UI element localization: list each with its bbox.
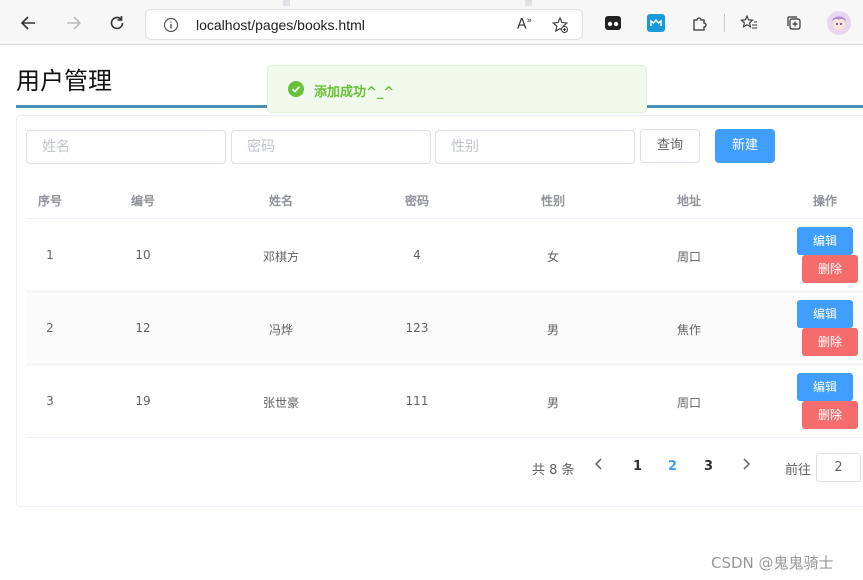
table-row	[26, 292, 863, 365]
reload-icon[interactable]	[106, 12, 128, 34]
cell-id: 12	[135, 321, 151, 335]
page-title: 用户管理	[16, 67, 112, 95]
cell-gender: 男	[546, 323, 560, 337]
cell-address: 周口	[676, 396, 702, 410]
delete-button[interactable]: 删除	[802, 401, 858, 429]
new-button[interactable]: 新建	[715, 129, 775, 163]
cell-password: 4	[413, 248, 421, 262]
forward-icon[interactable]	[62, 12, 84, 34]
avatar[interactable]	[827, 11, 851, 35]
info-icon[interactable]	[163, 17, 179, 37]
page-number-current[interactable]: 2	[668, 459, 677, 474]
tab-strip	[0, 0, 863, 6]
next-page-icon[interactable]	[741, 457, 751, 475]
delete-button[interactable]: 删除	[802, 255, 858, 283]
browser-toolbar: localhost/pages/books.html A»	[0, 0, 863, 45]
cell-name: 张世豪	[262, 396, 300, 410]
back-icon[interactable]	[18, 12, 40, 34]
prev-page-icon[interactable]	[594, 457, 604, 475]
tab[interactable]	[0, 0, 283, 6]
goto-label: 前往	[785, 463, 812, 478]
table-row	[26, 365, 863, 438]
address-bar[interactable]: localhost/pages/books.html A»	[145, 9, 583, 40]
cell-name: 冯烨	[268, 323, 294, 337]
cell-id: 10	[135, 248, 151, 262]
column-header-password: 密码	[404, 194, 430, 208]
delete-button[interactable]: 删除	[802, 328, 858, 356]
pagination-total: 共 8 条	[532, 463, 575, 478]
column-header-index: 序号	[37, 194, 63, 208]
edit-button[interactable]: 编辑	[797, 300, 853, 328]
collections-icon[interactable]	[784, 13, 804, 33]
add-favorite-icon[interactable]	[551, 16, 569, 38]
column-header-actions: 操作	[812, 194, 838, 208]
cell-index: 3	[46, 394, 54, 408]
tab[interactable]	[290, 0, 525, 6]
extension-icon[interactable]	[646, 13, 666, 33]
extension-icon[interactable]	[603, 13, 623, 33]
table-row	[26, 219, 863, 292]
gender-search-input[interactable]: 性别	[435, 130, 635, 164]
column-header-id: 编号	[130, 194, 156, 208]
url-text[interactable]: localhost/pages/books.html	[196, 17, 365, 33]
cell-address: 周口	[676, 250, 702, 264]
success-toast: 添加成功^_^	[267, 65, 647, 113]
goto-page-input[interactable]: 2	[816, 453, 861, 482]
password-search-input[interactable]: 密码	[231, 130, 431, 164]
cell-gender: 男	[546, 396, 560, 410]
query-button[interactable]: 查询	[640, 129, 700, 163]
favorites-icon[interactable]	[739, 13, 759, 33]
column-header-address: 地址	[676, 194, 702, 208]
edit-button[interactable]: 编辑	[797, 373, 853, 401]
page: 用户管理 姓名 密码 性别 查询 新建 序号 编号 姓名 密码 性别 地址 操作…	[0, 45, 863, 580]
cell-name: 邓棋方	[262, 250, 300, 264]
cell-index: 1	[46, 248, 54, 262]
toast-message: 添加成功^_^	[314, 85, 395, 100]
cell-password: 111	[405, 394, 429, 408]
column-header-gender: 性别	[540, 194, 566, 208]
cell-password: 123	[405, 321, 429, 335]
column-header-name: 姓名	[268, 194, 294, 208]
page-number[interactable]: 1	[633, 459, 642, 474]
name-search-input[interactable]: 姓名	[26, 130, 226, 164]
extensions-puzzle-icon[interactable]	[690, 13, 710, 33]
success-check-icon	[288, 81, 304, 97]
tab[interactable]	[532, 0, 863, 6]
cell-address: 焦作	[676, 323, 702, 337]
cell-gender: 女	[546, 250, 560, 264]
page-number[interactable]: 3	[704, 459, 713, 474]
cell-id: 19	[135, 394, 151, 408]
watermark: CSDN @鬼鬼骑士	[711, 554, 834, 572]
read-aloud-icon[interactable]: A»	[517, 16, 532, 33]
toolbar-separator	[724, 14, 725, 32]
cell-index: 2	[46, 321, 54, 335]
edit-button[interactable]: 编辑	[797, 227, 853, 255]
